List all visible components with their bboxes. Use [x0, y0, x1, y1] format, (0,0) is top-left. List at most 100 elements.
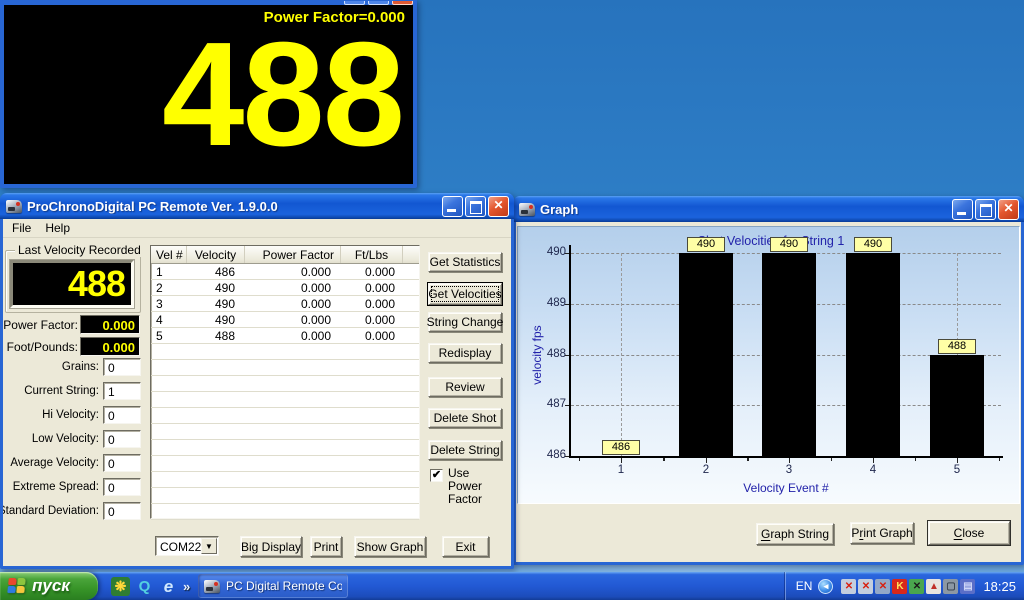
quick-launch-overflow-chevron[interactable]: » [183, 579, 190, 594]
x-tick-mark [747, 458, 748, 461]
table-row-empty [151, 424, 419, 440]
tray-collapse-arrow-icon[interactable]: ◂ [818, 579, 833, 594]
table-cell: 4 [151, 312, 187, 327]
last-velocity-group-label: Last Velocity Recorded [15, 243, 144, 257]
use-power-factor-checkbox[interactable]: ✔ Use Power Factor [430, 467, 502, 506]
stat-input[interactable]: 0 [103, 502, 141, 520]
x-tick-mark [789, 458, 790, 463]
pda-icon[interactable]: ▤ [960, 579, 975, 594]
delete-string-button[interactable]: Delete String [428, 440, 502, 460]
main-titlebar[interactable]: ProChronoDigital PC Remote Ver. 1.9.0.0 [0, 193, 514, 219]
column-header[interactable]: Velocity [187, 246, 245, 263]
bar-value-label: 486 [602, 440, 640, 455]
table-cell: 490 [187, 280, 245, 295]
stat-field-row: Standard Deviation:0 [3, 502, 143, 520]
internet-explorer-icon[interactable]: e [159, 577, 178, 596]
sync-error-icon[interactable]: ✕ [909, 579, 924, 594]
stat-input[interactable]: 0 [103, 430, 141, 448]
checkbox-box[interactable]: ✔ [430, 469, 443, 482]
exit-button[interactable]: Exit [442, 536, 489, 557]
network-offline-2-icon[interactable]: ✕ [858, 579, 873, 594]
main-window-body: FileHelp Last Velocity Recorded 488 Powe… [3, 219, 511, 566]
photo-viewer-icon[interactable]: ❋ [111, 577, 130, 596]
graph-titlebar[interactable]: Graph [513, 196, 1024, 222]
quick-launch-bar: ❋ Qe » [106, 572, 190, 600]
print-button[interactable]: Print [310, 536, 342, 557]
x-tick-mark [579, 458, 580, 461]
language-indicator[interactable]: EN [796, 579, 813, 593]
lcd-field-row: Power Factor:0.000 [3, 315, 141, 334]
redisplay-button[interactable]: Redisplay [428, 343, 502, 363]
bar-value-label: 490 [770, 237, 808, 252]
y-tick-label: 487 [534, 398, 566, 410]
bar-event-4 [846, 253, 900, 456]
table-row[interactable]: 24900.0000.000 [151, 280, 419, 296]
network-offline-icon[interactable]: ✕ [841, 579, 856, 594]
x-tick-mark [831, 458, 832, 461]
table-row[interactable]: 44900.0000.000 [151, 312, 419, 328]
taskbar-task-button[interactable]: PC Digital Remote Co... [198, 574, 348, 598]
main-window: ProChronoDigital PC Remote Ver. 1.9.0.0 … [0, 193, 514, 569]
table-row[interactable]: 34900.0000.000 [151, 296, 419, 312]
lcd-value: 0.000 [80, 337, 140, 356]
stat-input[interactable]: 1 [103, 382, 141, 400]
column-header[interactable]: Power Factor [245, 246, 341, 263]
velocity-table[interactable]: Vel #VelocityPower FactorFt/Lbs 14860.00… [150, 245, 420, 519]
table-row[interactable]: 14860.0000.000 [151, 264, 419, 280]
x-tick-label: 3 [774, 464, 804, 476]
table-cell: 0.000 [341, 328, 403, 343]
get-statistics-button[interactable]: Get Statistics [428, 252, 502, 272]
get-velocities-button[interactable]: Get Velocities [428, 283, 502, 305]
y-tick-label: 489 [534, 297, 566, 309]
desktop: Power Factor=0.000 488 Graph Shot Veloci… [0, 0, 1024, 600]
table-cell: 0.000 [341, 280, 403, 295]
close-button[interactable]: Close [928, 521, 1010, 545]
monitor-icon[interactable]: ▢ [943, 579, 958, 594]
stat-input[interactable]: 0 [103, 478, 141, 496]
column-header-stub [403, 246, 419, 263]
maximize-button[interactable] [975, 199, 996, 220]
table-row-empty [151, 488, 419, 504]
close-button[interactable] [998, 199, 1019, 220]
com-port-dropdown[interactable]: COM22 [155, 536, 219, 556]
stat-input[interactable]: 0 [103, 406, 141, 424]
velocity-table-rows: 14860.0000.00024900.0000.00034900.0000.0… [151, 264, 419, 520]
messenger-icon[interactable]: Q [135, 577, 154, 596]
column-header[interactable]: Ft/Lbs [341, 246, 403, 263]
wireless-offline-icon[interactable]: ✕ [875, 579, 890, 594]
x-tick-label: 2 [691, 464, 721, 476]
agent-icon[interactable]: ▲ [926, 579, 941, 594]
show-graph-button[interactable]: Show Graph [354, 536, 426, 557]
maximize-button[interactable] [465, 196, 486, 217]
chevron-down-icon[interactable] [201, 538, 217, 554]
y-tick-label: 490 [534, 246, 566, 258]
taskbar: пуск ❋Qe » PC Digital Remote Co... EN ◂ … [0, 572, 1024, 600]
print-graph-button[interactable]: Print Graph [850, 522, 914, 544]
field-label: Grains: [62, 361, 99, 373]
stat-input[interactable]: 0 [103, 358, 141, 376]
minimize-button[interactable] [952, 199, 973, 220]
review-button[interactable]: Review [428, 377, 502, 397]
minimize-button[interactable] [442, 196, 463, 217]
stat-input[interactable]: 0 [103, 454, 141, 472]
close-button[interactable] [488, 196, 509, 217]
table-row[interactable]: 54880.0000.000 [151, 328, 419, 344]
start-button[interactable]: пуск [0, 572, 98, 600]
bar-event-2 [679, 253, 733, 456]
table-cell: 1 [151, 264, 187, 279]
delete-shot-button[interactable]: Delete Shot [428, 408, 502, 428]
table-cell: 0.000 [245, 312, 341, 327]
menu-help[interactable]: Help [38, 219, 77, 237]
string-change-button[interactable]: String Change [428, 312, 502, 332]
stat-field-row: Average Velocity:0 [3, 454, 143, 472]
big-display-button[interactable]: Big Display [240, 536, 302, 557]
graph-window-body: Shot Velocities for String 1 velocity fp… [516, 222, 1021, 562]
antivirus-alert-icon[interactable]: K [892, 579, 907, 594]
table-row-empty [151, 456, 419, 472]
table-cell: 3 [151, 296, 187, 311]
x-tick-mark [664, 458, 665, 461]
table-cell: 486 [187, 264, 245, 279]
column-header[interactable]: Vel # [151, 246, 187, 263]
graph-string-button[interactable]: Graph String [756, 523, 834, 545]
menu-file[interactable]: File [5, 219, 38, 237]
